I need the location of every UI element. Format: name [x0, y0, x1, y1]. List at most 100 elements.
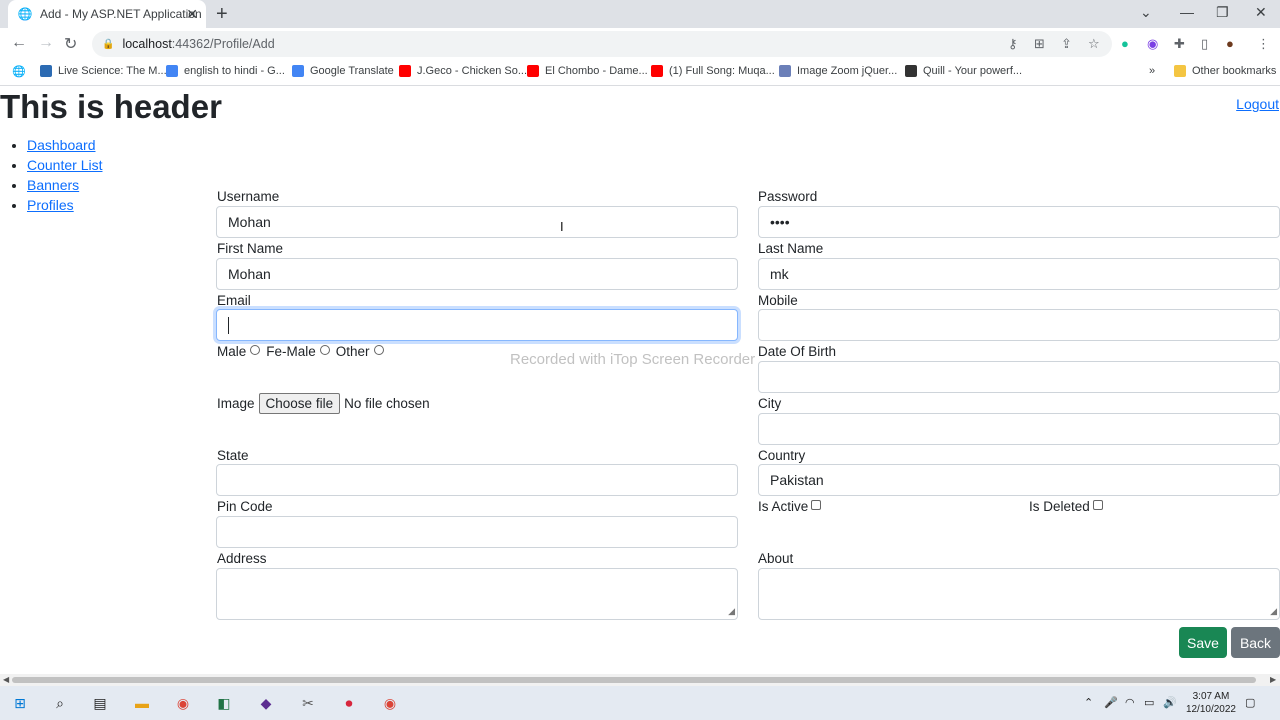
save-button[interactable]: Save — [1179, 627, 1227, 658]
bookmark-star-icon[interactable]: ☆ — [1088, 36, 1100, 52]
is-deleted-checkbox[interactable] — [1092, 500, 1103, 510]
recorder-watermark: Recorded with iTop Screen Recorder — [510, 351, 756, 368]
horizontal-scrollbar[interactable]: ◀ ▶ — [0, 674, 1280, 686]
bookmark-item[interactable]: J.Geco - Chicken So... — [399, 65, 527, 77]
globe-icon: 🌐 — [17, 7, 33, 21]
new-tab-icon[interactable]: + — [216, 3, 228, 26]
task-view-icon[interactable]: ▤ — [91, 694, 109, 712]
dob-label: Date Of Birth — [758, 344, 837, 359]
apps-icon[interactable]: 🌐 — [12, 65, 26, 78]
file-explorer-icon[interactable]: ▬ — [133, 694, 151, 712]
counter-list-link[interactable]: Counter List — [27, 157, 102, 173]
pin-code-label: Pin Code — [217, 499, 273, 514]
state-input[interactable] — [216, 464, 738, 496]
profiles-link[interactable]: Profiles — [27, 197, 74, 213]
bookmark-item[interactable]: Image Zoom jQuer... — [779, 65, 897, 77]
tab-strip: 🌐 Add - My ASP.NET Application ✕ + ⌄ — ❐… — [0, 0, 1280, 28]
key-icon[interactable]: ⚷ — [1008, 36, 1018, 52]
first-name-input[interactable]: Mohan — [216, 258, 738, 290]
bookmark-item[interactable]: Quill - Your powerf... — [905, 65, 1022, 77]
address-textarea[interactable]: ◢ — [216, 568, 738, 620]
share-icon[interactable]: ⇪ — [1061, 36, 1072, 52]
gender-other-radio[interactable] — [373, 345, 384, 355]
back-button[interactable]: Back — [1231, 627, 1280, 658]
file-status: No file chosen — [344, 396, 430, 411]
translate-icon[interactable]: ⊞ — [1034, 36, 1045, 52]
profile-avatar-icon[interactable]: ● — [1226, 36, 1234, 51]
gender-other-label: Other — [335, 344, 370, 359]
volume-icon[interactable]: 🔊 — [1163, 696, 1177, 709]
microphone-icon[interactable]: 🎤 — [1104, 696, 1118, 709]
close-tab-icon[interactable]: ✕ — [186, 6, 198, 23]
pin-code-input[interactable] — [216, 516, 738, 548]
logout-link[interactable]: Logout — [1236, 96, 1279, 112]
email-label: Email — [217, 293, 251, 308]
username-label: Username — [217, 189, 280, 204]
dob-input[interactable] — [758, 361, 1280, 393]
search-icon[interactable]: ⌕ — [51, 694, 69, 712]
more-bookmarks-icon[interactable]: » — [1149, 65, 1155, 77]
gender-male-radio[interactable] — [250, 345, 261, 355]
minimize-icon[interactable]: — — [1180, 4, 1194, 20]
tray-overflow-icon[interactable]: ⌃ — [1084, 696, 1093, 709]
screen-recorder-icon[interactable]: ⏺ — [340, 694, 358, 712]
scroll-left-icon[interactable]: ◀ — [3, 674, 9, 686]
is-active-checkbox[interactable] — [811, 500, 822, 510]
resize-grip-icon[interactable]: ◢ — [728, 606, 735, 617]
password-input[interactable]: •••• — [758, 206, 1280, 238]
url-host: localhost — [122, 37, 172, 51]
bookmark-item[interactable]: Live Science: The M... — [40, 65, 167, 77]
nav-item-dashboard: Dashboard — [27, 135, 102, 155]
choose-file-button[interactable]: Choose file — [258, 393, 341, 414]
bookmark-item[interactable]: El Chombo - Dame... — [527, 65, 648, 77]
tool-icon[interactable]: ✂ — [299, 694, 317, 712]
about-textarea[interactable]: ◢ — [758, 568, 1280, 620]
grammarly-icon[interactable]: ● — [1121, 36, 1129, 51]
page-header: This is header — [0, 88, 222, 125]
chrome-icon[interactable]: ◉ — [174, 694, 192, 712]
bookmark-item[interactable]: (1) Full Song: Muqa... — [651, 65, 775, 77]
resize-grip-icon[interactable]: ◢ — [1270, 606, 1277, 617]
window-close-icon[interactable]: ✕ — [1255, 4, 1267, 21]
back-arrow-icon[interactable]: ← — [11, 34, 27, 52]
visual-studio-icon[interactable]: ◆ — [257, 694, 275, 712]
email-input[interactable] — [216, 309, 738, 341]
windows-start-icon[interactable]: ⊞ — [11, 694, 29, 712]
notifications-icon[interactable]: ▢ — [1245, 696, 1255, 709]
app-icon[interactable]: ◧ — [215, 694, 233, 712]
wifi-icon[interactable]: ◠ — [1125, 696, 1135, 709]
bookmark-item[interactable]: Google Translate — [292, 65, 394, 77]
text-cursor-icon: I — [560, 219, 564, 234]
forward-arrow-icon[interactable]: → — [38, 34, 54, 52]
bookmark-item[interactable]: english to hindi - G... — [166, 65, 285, 77]
address-bar[interactable]: 🔒 localhost:44362/Profile/Add — [92, 31, 1112, 57]
city-input[interactable] — [758, 413, 1280, 445]
gender-female-radio[interactable] — [319, 345, 330, 355]
extensions-puzzle-icon[interactable]: ✚ — [1174, 36, 1185, 52]
system-clock[interactable]: 3:07 AM 12/10/2022 — [1186, 690, 1236, 716]
scrollbar-thumb[interactable] — [12, 677, 1256, 683]
browser-tab[interactable]: 🌐 Add - My ASP.NET Application ✕ — [8, 0, 206, 28]
dashboard-link[interactable]: Dashboard — [27, 137, 96, 153]
scroll-right-icon[interactable]: ▶ — [1270, 674, 1276, 686]
battery-icon[interactable]: ▭ — [1144, 696, 1154, 709]
menu-icon[interactable]: ⋮ — [1257, 36, 1270, 52]
country-input[interactable]: Pakistan — [758, 464, 1280, 496]
restore-icon[interactable]: ❐ — [1216, 4, 1229, 21]
chrome-icon[interactable]: ◉ — [381, 694, 399, 712]
last-name-input[interactable]: mk — [758, 258, 1280, 290]
nav-item-profiles: Profiles — [27, 195, 102, 215]
first-name-label: First Name — [217, 241, 284, 256]
banners-link[interactable]: Banners — [27, 177, 79, 193]
bookmarks-bar: 🌐 Live Science: The M... english to hind… — [0, 60, 1280, 86]
extension-icon[interactable]: ◉ — [1147, 36, 1158, 52]
country-label: Country — [758, 448, 806, 463]
tab-search-icon[interactable]: ⌄ — [1140, 4, 1152, 21]
taskbar: ⊞ ⌕ ▤ ▬ ◉ ◧ ◆ ✂ ⏺ ◉ ⌃ 🎤 ◠ ▭ 🔊 3:07 AM 12… — [0, 686, 1280, 720]
last-name-label: Last Name — [758, 241, 824, 256]
username-input[interactable]: Mohan — [216, 206, 738, 238]
reload-icon[interactable]: ↻ — [64, 34, 77, 54]
side-panel-icon[interactable]: ▯ — [1201, 36, 1208, 52]
mobile-input[interactable] — [758, 309, 1280, 341]
other-bookmarks[interactable]: Other bookmarks — [1174, 65, 1276, 77]
